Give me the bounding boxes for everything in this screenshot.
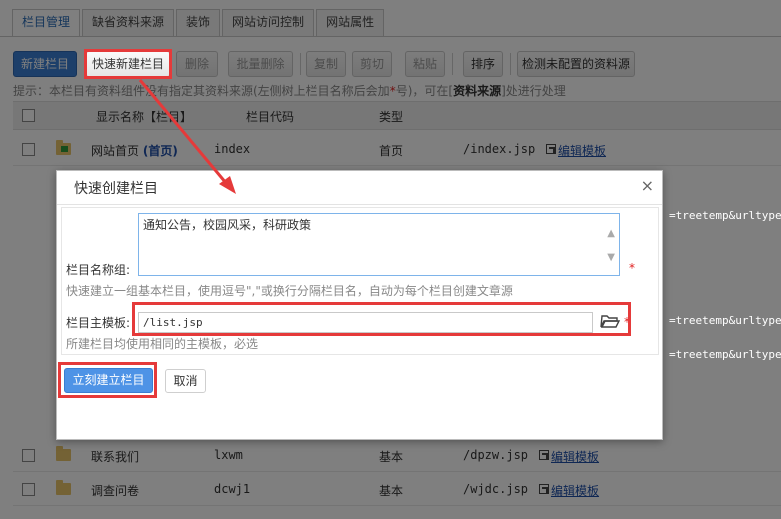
column-names-description: 快速建立一组基本栏目，使用逗号","或换行分隔栏目名，自动为每个栏目创建文章源: [66, 284, 513, 298]
dialog-title: 快速创建栏目: [74, 181, 158, 197]
dialog-divider: [57, 204, 662, 205]
scroll-up-icon[interactable]: ▲: [607, 228, 615, 239]
close-icon[interactable]: ×: [641, 176, 654, 195]
highlight-box: [84, 49, 172, 79]
url-fragment: =treetemp&urltype=t: [669, 348, 781, 361]
column-names-label: 栏目名称组:: [66, 263, 131, 277]
template-label: 栏目主模板:: [66, 316, 131, 330]
url-fragment: =treetemp&urltype=t: [669, 209, 781, 222]
column-names-value: 通知公告，校园风采，科研政策: [143, 218, 312, 232]
column-names-textarea[interactable]: 通知公告，校园风采，科研政策 ▲ ▼: [138, 213, 620, 276]
scroll-down-icon[interactable]: ▼: [607, 252, 615, 263]
required-star: *: [629, 261, 635, 275]
highlight-box: [132, 302, 631, 336]
url-fragment: =treetemp&urltype=t: [669, 314, 781, 327]
highlight-box: [58, 362, 157, 398]
template-description: 所建栏目均使用相同的主模板，必选: [66, 337, 259, 351]
cancel-button[interactable]: 取消: [165, 369, 206, 393]
